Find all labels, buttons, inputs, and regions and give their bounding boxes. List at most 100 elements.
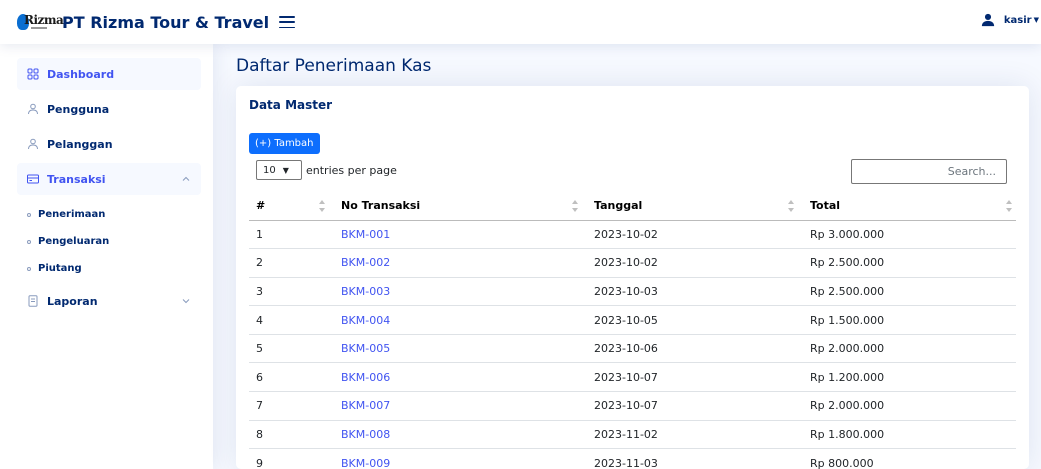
sidebar-subitem-piutang[interactable]: Piutang [27, 255, 213, 282]
circle-icon [27, 266, 31, 271]
sidebar-toggle-icon[interactable] [279, 16, 296, 28]
transaction-link[interactable]: BKM-006 [341, 371, 390, 384]
sidebar-subitem-penerimaan[interactable]: Penerimaan [27, 201, 213, 228]
row-total: Rp 2.500.000 [798, 248, 1016, 278]
column-header-tanggal[interactable]: Tanggal [582, 192, 798, 221]
row-total: Rp 800.000 [798, 448, 1016, 469]
entries-per-page: 10 ▼ entries per page [256, 160, 397, 180]
row-number: 3 [249, 277, 329, 307]
transaction-link[interactable]: BKM-008 [341, 428, 390, 441]
sidebar-subitem-label: Piutang [38, 263, 82, 274]
entries-select-value: 10 [263, 164, 276, 176]
top-header: Rizma PT Rizma Tour & Travel kasir ▼ [0, 0, 1041, 44]
chevron-down-icon [182, 299, 190, 304]
user-icon [981, 13, 995, 27]
sidebar-item-dashboard[interactable]: Dashboard [17, 58, 201, 90]
table-row: 8 BKM-008 2023-11-02 Rp 1.800.000 [249, 420, 1016, 450]
row-total: Rp 2.500.000 [798, 277, 1016, 307]
sidebar-item-pelanggan[interactable]: Pelanggan [17, 128, 201, 160]
row-number: 9 [249, 448, 329, 469]
chevron-up-icon [182, 176, 190, 181]
row-date: 2023-10-03 [582, 277, 798, 307]
table-row: 9 BKM-009 2023-11-03 Rp 800.000 [249, 448, 1016, 469]
table-row: 1 BKM-001 2023-10-02 Rp 3.000.000 [249, 220, 1016, 250]
row-total: Rp 2.000.000 [798, 391, 1016, 421]
sidebar-subitem-label: Pengeluaran [38, 236, 110, 247]
sidebar: Dashboard Pengguna Pelanggan Transaksi P… [0, 44, 213, 469]
row-date: 2023-10-07 [582, 362, 798, 393]
row-total: Rp 2.000.000 [798, 334, 1016, 364]
sidebar-subitem-label: Penerimaan [38, 209, 106, 220]
row-date: 2023-10-06 [582, 334, 798, 364]
brand-logo[interactable]: Rizma PT Rizma Tour & Travel [17, 11, 269, 33]
sidebar-item-label: Dashboard [47, 67, 115, 81]
table-row: 4 BKM-004 2023-10-05 Rp 1.500.000 [249, 305, 1016, 335]
chevron-down-icon: ▼ [282, 165, 289, 175]
row-total: Rp 3.000.000 [798, 220, 1016, 250]
row-number: 7 [249, 391, 329, 421]
sidebar-subitem-pengeluaran[interactable]: Pengeluaran [27, 228, 213, 255]
sort-icon [572, 200, 578, 212]
transaction-link[interactable]: BKM-002 [341, 256, 390, 269]
card-title: Data Master [249, 98, 333, 112]
row-date: 2023-10-02 [582, 248, 798, 278]
row-date: 2023-10-07 [582, 391, 798, 421]
row-number: 5 [249, 334, 329, 364]
row-number: 2 [249, 248, 329, 278]
row-total: Rp 1.500.000 [798, 305, 1016, 335]
transaction-link[interactable]: BKM-009 [341, 457, 390, 469]
transaction-link[interactable]: BKM-004 [341, 314, 390, 327]
sidebar-item-laporan[interactable]: Laporan [17, 285, 201, 317]
brand-name: PT Rizma Tour & Travel [62, 12, 270, 32]
row-total: Rp 1.800.000 [798, 420, 1016, 450]
transaction-link[interactable]: BKM-003 [341, 285, 390, 298]
sidebar-item-label: Pengguna [47, 102, 110, 116]
grid-icon [27, 68, 39, 80]
row-total: Rp 1.200.000 [798, 362, 1016, 393]
sidebar-item-label: Transaksi [47, 172, 106, 186]
sidebar-item-label: Pelanggan [47, 137, 113, 151]
table-row: 3 BKM-003 2023-10-03 Rp 2.500.000 [249, 277, 1016, 307]
search-input[interactable] [851, 159, 1007, 184]
circle-icon [27, 212, 31, 217]
table-row: 2 BKM-002 2023-10-02 Rp 2.500.000 [249, 248, 1016, 278]
circle-icon [27, 239, 31, 244]
entries-label: entries per page [306, 163, 397, 177]
sort-icon [1006, 200, 1012, 212]
row-number: 8 [249, 420, 329, 450]
sort-icon [319, 200, 325, 212]
sidebar-item-label: Laporan [47, 294, 98, 308]
column-header-no-transaksi[interactable]: No Transaksi [329, 192, 582, 221]
row-date: 2023-10-02 [582, 220, 798, 250]
card-icon [27, 173, 39, 185]
table-header-row: # No Transaksi Tanggal Total [249, 192, 1016, 221]
entries-select[interactable]: 10 ▼ [256, 160, 302, 180]
transaction-link[interactable]: BKM-001 [341, 228, 390, 241]
sidebar-item-transaksi[interactable]: Transaksi [17, 163, 201, 195]
table-row: 5 BKM-005 2023-10-06 Rp 2.000.000 [249, 334, 1016, 364]
transaction-link[interactable]: BKM-005 [341, 342, 390, 355]
sort-icon [788, 200, 794, 212]
table-row: 6 BKM-006 2023-10-07 Rp 1.200.000 [249, 362, 1016, 393]
column-header-number[interactable]: # [249, 192, 329, 221]
sidebar-item-pengguna[interactable]: Pengguna [17, 93, 201, 125]
transactions-table: # No Transaksi Tanggal Total 1 BKM-001 2… [249, 192, 1016, 469]
data-card: Data Master (+) Tambah 10 ▼ entries per … [236, 86, 1029, 469]
row-number: 1 [249, 220, 329, 250]
row-date: 2023-11-02 [582, 420, 798, 450]
table-row: 7 BKM-007 2023-10-07 Rp 2.000.000 [249, 391, 1016, 421]
chevron-down-icon: ▼ [1033, 16, 1039, 24]
person-icon [27, 103, 39, 115]
transaction-link[interactable]: BKM-007 [341, 399, 390, 412]
row-number: 6 [249, 362, 329, 393]
row-date: 2023-10-05 [582, 305, 798, 335]
add-button[interactable]: (+) Tambah [249, 133, 320, 154]
user-name: kasir [1003, 14, 1032, 26]
page-title: Daftar Penerimaan Kas [236, 56, 432, 76]
row-number: 4 [249, 305, 329, 335]
rizma-logo-icon: Rizma [17, 11, 64, 33]
person-icon [27, 138, 39, 150]
document-icon [27, 295, 39, 307]
user-menu[interactable]: kasir ▼ [981, 13, 1039, 27]
column-header-total[interactable]: Total [798, 192, 1016, 221]
